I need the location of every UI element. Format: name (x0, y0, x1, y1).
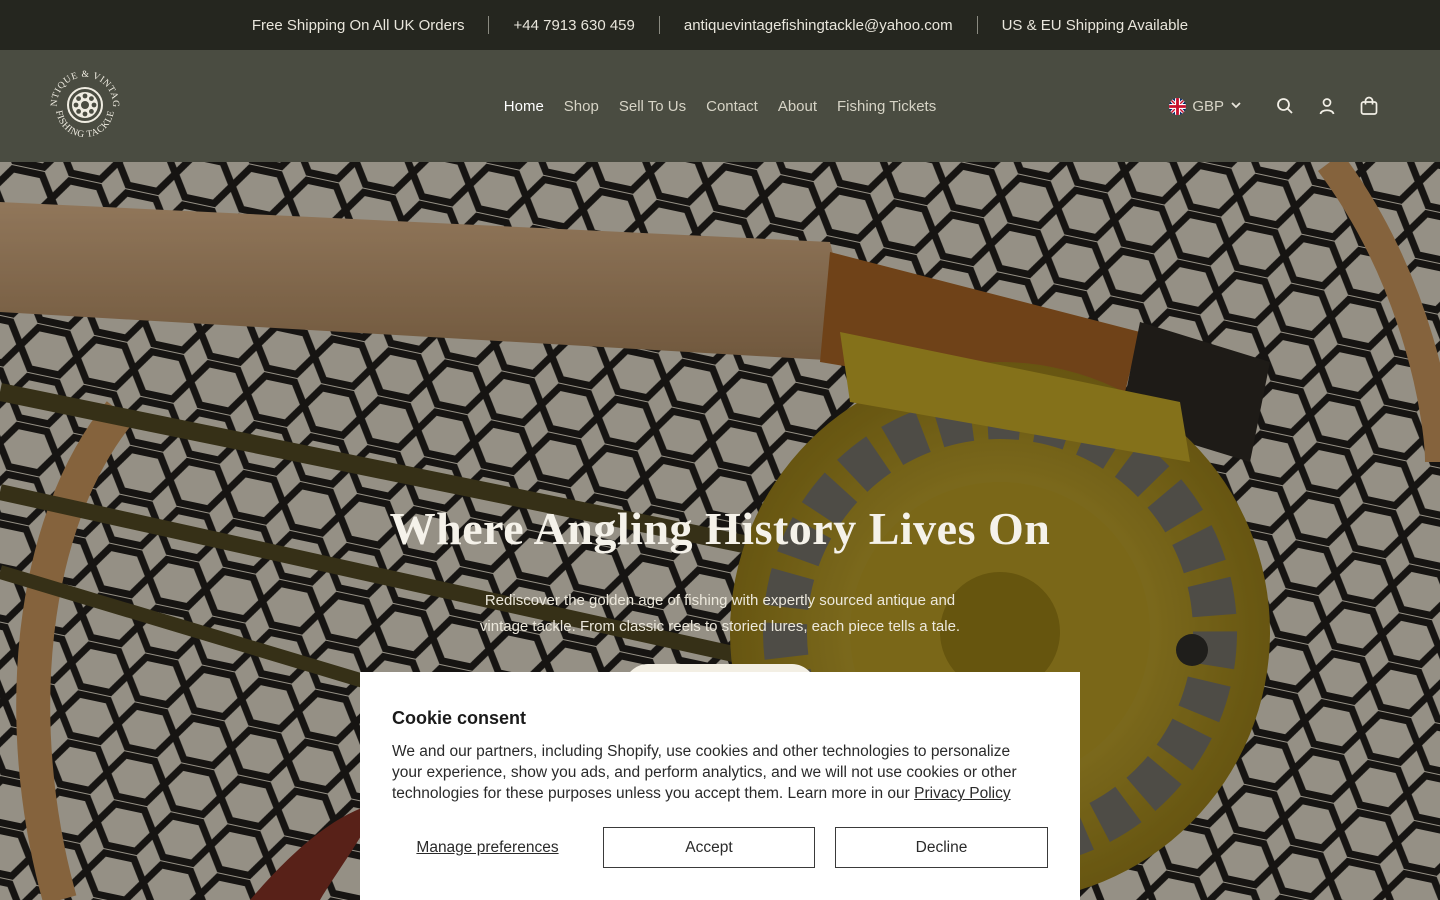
cookie-consent-banner: Cookie consent We and our partners, incl… (360, 672, 1080, 900)
currency-selector[interactable]: GBP (1169, 97, 1242, 115)
nav-contact[interactable]: Contact (696, 98, 768, 115)
manage-preferences-button[interactable]: Manage preferences (392, 839, 583, 857)
chevron-down-icon (1230, 98, 1242, 115)
accept-button[interactable]: Accept (603, 827, 815, 868)
account-icon[interactable] (1306, 85, 1348, 127)
hero-subtitle-line-1: Rediscover the golden age of fishing wit… (484, 592, 956, 609)
nav-shop[interactable]: Shop (554, 98, 609, 115)
hero-title: Where Angling History Lives On (389, 503, 1051, 554)
cookie-actions: Manage preferences Accept Decline (392, 827, 1048, 868)
nav-sell-to-us[interactable]: Sell To Us (609, 98, 696, 115)
announcement-bar: Free Shipping On All UK Orders +44 7913 … (0, 0, 1440, 50)
decline-button[interactable]: Decline (835, 827, 1048, 868)
cookie-title: Cookie consent (392, 708, 527, 728)
announcement-phone[interactable]: +44 7913 630 459 (489, 17, 658, 34)
privacy-policy-link[interactable]: Privacy Policy (914, 785, 1010, 802)
nav-about[interactable]: About (768, 98, 827, 115)
announcement-international: US & EU Shipping Available (1001, 16, 1189, 34)
currency-label: GBP (1192, 97, 1224, 115)
site-logo[interactable]: ANTIQUE & VINTAGE FISHING TACKLE (44, 61, 122, 142)
nav-fishing-tickets[interactable]: Fishing Tickets (827, 98, 946, 115)
nav-home[interactable]: Home (494, 98, 554, 115)
site-header: ANTIQUE & VINTAGE FISHING TACKLE Home Sh… (0, 50, 1440, 162)
announcement-shipping: Free Shipping On All UK Orders (251, 16, 465, 34)
header-actions: GBP (1169, 50, 1390, 162)
search-icon[interactable] (1264, 85, 1306, 127)
cookie-body: We and our partners, including Shopify, … (392, 741, 1042, 804)
announcement-email[interactable]: antiquevintagefishingtackle@yahoo.com (660, 17, 977, 34)
cart-icon[interactable] (1348, 85, 1390, 127)
uk-flag-icon (1169, 97, 1187, 115)
hero-subtitle-line-2: vintage tackle. From classic reels to st… (479, 618, 961, 635)
hero-subtitle: Rediscover the golden age of fishing wit… (470, 588, 970, 640)
